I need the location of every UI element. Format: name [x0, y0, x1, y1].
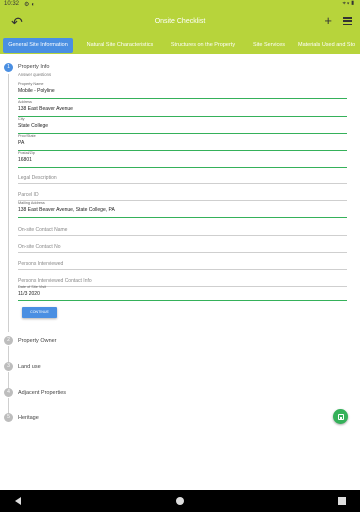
onsite-contact-no-field[interactable]: On-site Contact No [18, 238, 347, 256]
onsite-contact-name-placeholder: On-site Contact Name [18, 227, 68, 233]
menu-icon[interactable] [343, 17, 352, 26]
save-fab-button[interactable] [333, 409, 348, 424]
add-button[interactable]: + [324, 14, 332, 28]
step-5-title[interactable]: Heritage [18, 415, 39, 421]
field-underline [18, 183, 347, 184]
status-time: 10:32 [4, 1, 20, 7]
mailing-address-value[interactable]: 138 East Beaver Avenue, State College, P… [18, 207, 115, 213]
tab-structures-on-the-property[interactable]: Structures on the Property [165, 38, 241, 53]
app-bar: ↶ Onsite Checklist + [0, 9, 360, 37]
tab-general-site-information[interactable]: General Site Information [3, 38, 73, 53]
postal-zip-field[interactable]: Postal/Zip 16801 [18, 151, 347, 169]
city-value[interactable]: State College [18, 123, 48, 129]
tab-materials-used[interactable]: Materials Used and Sto [298, 38, 360, 53]
step-1-subtitle: Answer questions [18, 72, 52, 77]
city-label: City [18, 117, 25, 121]
parcel-id-placeholder: Parcel ID [18, 192, 39, 198]
prov-state-field[interactable]: Prov/State PA [18, 134, 347, 152]
field-underline [18, 269, 347, 270]
onsite-contact-name-field[interactable]: On-site Contact Name [18, 221, 347, 239]
address-value[interactable]: 138 East Beaver Avenue [18, 106, 73, 112]
date-of-site-visit-value[interactable]: 11/3 2020 [18, 291, 40, 297]
step-3-title[interactable]: Land use [18, 364, 41, 370]
battery-icon: ▮ [350, 1, 356, 7]
legal-description-placeholder: Legal Description [18, 175, 57, 181]
back-nav-icon[interactable] [15, 497, 21, 505]
step-4-indicator: 4 [4, 388, 13, 397]
address-field[interactable]: Address 138 East Beaver Avenue [18, 100, 347, 118]
step-2-indicator: 2 [4, 336, 13, 345]
step-connector [8, 346, 9, 362]
step-3-indicator: 3 [4, 362, 13, 371]
step-2-title[interactable]: Property Owner [18, 338, 57, 344]
page-title: Onsite Checklist [154, 18, 206, 25]
address-label: Address [18, 100, 32, 104]
postal-zip-value[interactable]: 16801 [18, 157, 32, 163]
data-saver-icon: ◐ [31, 2, 38, 8]
city-field[interactable]: City State College [18, 117, 347, 135]
navigation-bar [0, 490, 360, 512]
prov-state-label: Prov/State [18, 134, 36, 138]
step-connector [8, 74, 9, 332]
tab-site-services[interactable]: Site Services [246, 38, 292, 53]
mailing-address-label: Mailing Address [18, 201, 45, 205]
step-1-indicator: 1 [4, 63, 13, 72]
continue-button[interactable]: CONTINUE [22, 307, 57, 318]
persons-interviewed-contact-placeholder: Persons Interviewed Contact Info [18, 278, 92, 284]
field-underline [18, 252, 347, 253]
legal-description-field[interactable]: Legal Description [18, 169, 347, 187]
property-name-value[interactable]: Mobile - Polyline [18, 88, 55, 94]
onsite-contact-no-placeholder: On-site Contact No [18, 244, 61, 250]
property-name-field[interactable]: Property Name Mobile - Polyline [18, 82, 347, 100]
tab-natural-site-characteristics[interactable]: Natural Site Characteristics [80, 38, 160, 53]
stepper-content: 1 Property Info Answer questions Propert… [0, 54, 360, 490]
home-nav-icon[interactable] [176, 497, 184, 505]
date-of-site-visit-field[interactable]: Date of Site Visit 11/3 2020 [18, 285, 347, 303]
prov-state-value[interactable]: PA [18, 140, 24, 146]
field-underline [18, 167, 347, 168]
postal-zip-label: Postal/Zip [18, 151, 35, 155]
status-left-icons: ⚙◐ [24, 1, 37, 8]
field-underline [18, 235, 347, 236]
step-1-title[interactable]: Property Info [18, 64, 50, 70]
step-connector [8, 398, 9, 414]
field-underline [18, 300, 347, 301]
persons-interviewed-placeholder: Persons Interviewed [18, 261, 64, 267]
step-4-title[interactable]: Adjacent Properties [18, 390, 66, 396]
date-of-site-visit-label: Date of Site Visit [18, 285, 46, 289]
step-connector [8, 372, 9, 388]
status-right-icons: ⌖▾▮ [343, 1, 357, 8]
save-icon [337, 413, 344, 420]
mailing-address-field[interactable]: Mailing Address 138 East Beaver Avenue, … [18, 201, 347, 219]
status-bar: 10:32 ⚙◐ ⌖▾▮ [0, 0, 360, 9]
property-name-label: Property Name [18, 82, 44, 86]
field-underline [18, 217, 347, 218]
persons-interviewed-field[interactable]: Persons Interviewed [18, 255, 347, 273]
step-5-indicator: 5 [4, 413, 13, 422]
tab-bar: General Site Information Natural Site Ch… [0, 37, 360, 54]
recents-nav-icon[interactable] [338, 497, 346, 505]
field-underline [18, 98, 347, 99]
